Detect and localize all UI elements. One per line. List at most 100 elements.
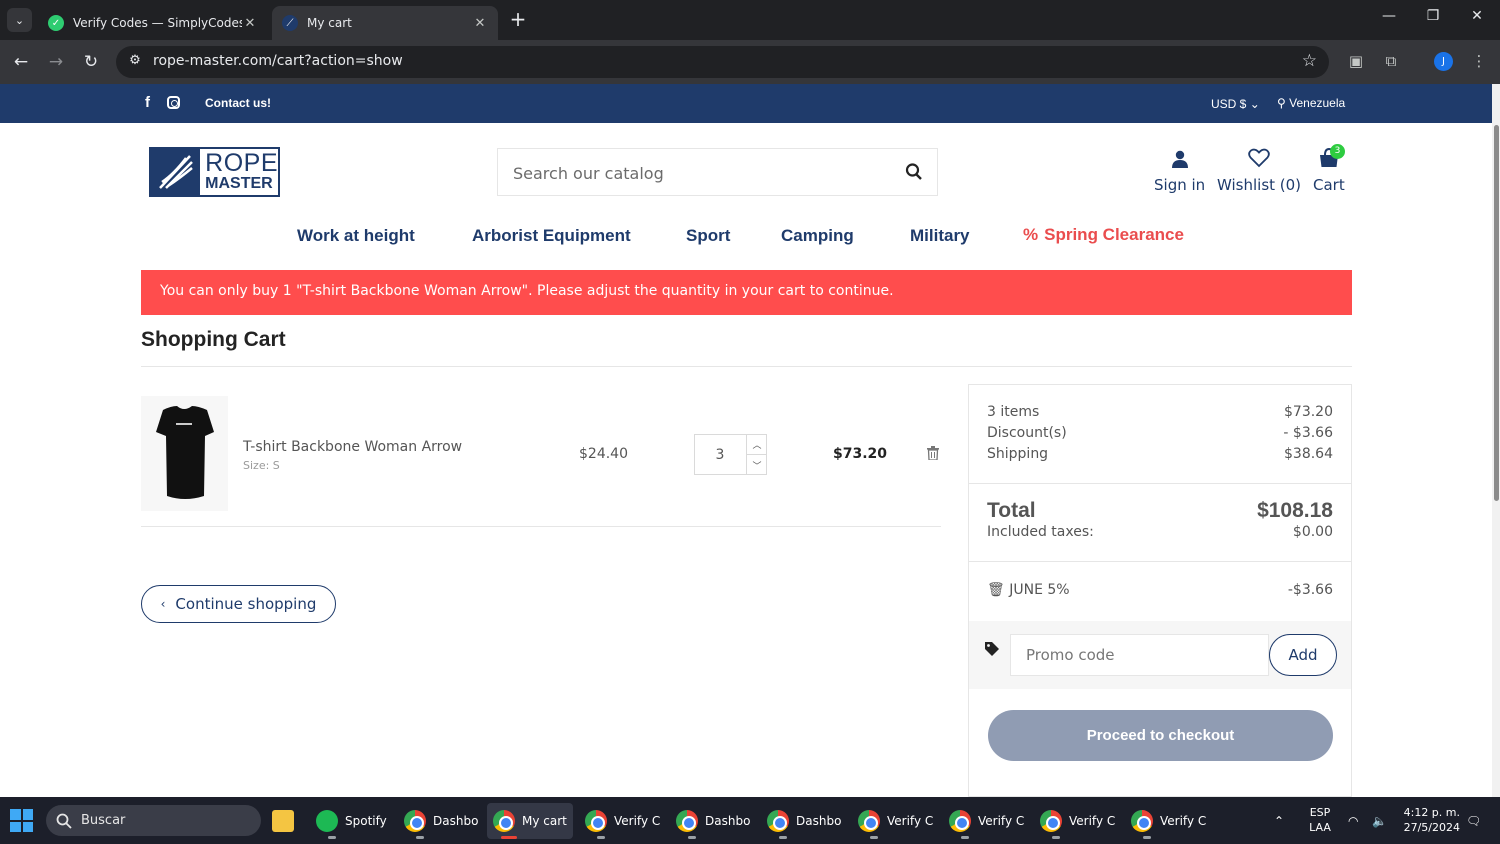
contact-us-link[interactable]: Contact us! <box>205 96 271 110</box>
continue-shopping-button[interactable]: ‹ Continue shopping <box>141 585 336 623</box>
tab-verify-codes[interactable]: ✓ Verify Codes — SimplyCodes ✕ <box>38 6 268 40</box>
taskbar-app-label: Verify C <box>614 814 661 828</box>
windows-start-icon[interactable] <box>10 809 33 832</box>
chrome-icon <box>493 810 515 832</box>
facebook-icon[interactable]: f <box>145 94 150 111</box>
rope-master-logo[interactable]: ROPE MASTER <box>149 147 280 197</box>
quantity-input[interactable] <box>695 435 745 474</box>
reload-icon[interactable]: ↻ <box>79 50 103 74</box>
taskbar-app-chrome[interactable]: Verify C <box>1034 803 1121 839</box>
currency-selector[interactable]: USD $ ⌄ <box>1211 97 1260 111</box>
simplycodes-favicon-icon: ✓ <box>48 15 64 31</box>
minimize-icon[interactable]: — <box>1374 8 1404 30</box>
menu-military[interactable]: Military <box>910 226 970 246</box>
remove-voucher-trash-icon[interactable]: 🗑 <box>987 582 1005 598</box>
chevron-up-icon[interactable]: ⌃ <box>1274 797 1284 844</box>
chevron-down-icon[interactable]: ﹀ <box>746 455 767 475</box>
extension-icon[interactable]: ▣ <box>1346 52 1366 70</box>
tab-title: Verify Codes — SimplyCodes <box>73 16 242 30</box>
rope-master-favicon-icon: ⟋ <box>282 15 298 31</box>
taskbar-app-chrome[interactable]: Dashbo <box>761 803 847 839</box>
os-taskbar: Buscar Spotify Dashbo My cart Verify C D… <box>0 797 1500 844</box>
menu-work-at-height[interactable]: Work at height <box>297 226 415 246</box>
search-icon[interactable] <box>905 162 923 182</box>
taskbar-app-chrome[interactable]: Dashbo <box>398 803 484 839</box>
chrome-icon <box>1131 810 1153 832</box>
tab-search-button[interactable]: ⌄ <box>7 8 32 32</box>
taskbar-app-label: Dashbo <box>705 814 751 828</box>
menu-sport[interactable]: Sport <box>686 226 730 246</box>
back-icon[interactable]: ← <box>9 50 33 74</box>
system-clock[interactable]: 4:12 p. m. 27/5/2024 <box>1402 805 1460 835</box>
discount-label: Discount(s) <box>987 425 1067 441</box>
file-explorer-icon[interactable] <box>266 803 300 839</box>
menu-spring-clearance[interactable]: % Spring Clearance <box>1023 225 1184 245</box>
cart-label: Cart <box>1313 176 1345 194</box>
items-label: 3 items <box>987 404 1040 420</box>
address-bar[interactable]: ⚙ rope-master.com/cart?action=show ☆ <box>116 46 1329 78</box>
discount-value: - $3.66 <box>1283 425 1333 441</box>
taskbar-app-spotify[interactable]: Spotify <box>310 803 393 839</box>
running-indicator <box>870 836 878 839</box>
page-scrollbar-thumb[interactable] <box>1494 125 1499 501</box>
bookmark-star-icon[interactable]: ☆ <box>1302 51 1317 71</box>
search-input[interactable] <box>513 162 893 184</box>
taskbar-app-label: Verify C <box>1069 814 1116 828</box>
taskbar-app-chrome-active[interactable]: My cart <box>487 803 573 839</box>
profile-avatar[interactable]: J <box>1434 52 1453 71</box>
product-name-link[interactable]: T-shirt Backbone Woman Arrow <box>243 439 462 455</box>
summary-items-row: 3 items $73.20 <box>987 404 1333 420</box>
running-indicator <box>688 836 696 839</box>
page-title: Shopping Cart <box>141 328 286 351</box>
puzzle-extensions-icon[interactable]: ⧉ <box>1381 52 1401 70</box>
summary-shipping-row: Shipping $38.64 <box>987 446 1333 462</box>
chevron-down-icon: ⌄ <box>1249 97 1260 111</box>
taskbar-app-chrome[interactable]: Verify C <box>1125 803 1212 839</box>
taskbar-app-label: Verify C <box>887 814 934 828</box>
tab-my-cart[interactable]: ⟋ My cart ✕ <box>272 6 498 40</box>
add-promo-button[interactable]: Add <box>1269 634 1337 676</box>
instagram-icon[interactable] <box>167 96 180 109</box>
volume-icon[interactable]: 🔈 <box>1372 797 1387 844</box>
tab-close-icon[interactable]: ✕ <box>472 16 488 31</box>
wishlist-link[interactable]: Wishlist (0) <box>1217 146 1301 194</box>
input-language[interactable]: ESP LAA <box>1308 805 1332 835</box>
menu-arborist-equipment[interactable]: Arborist Equipment <box>472 226 631 246</box>
taskbar-app-chrome[interactable]: Verify C <box>943 803 1030 839</box>
tab-close-icon[interactable]: ✕ <box>242 16 258 31</box>
cart-count-badge: 3 <box>1330 144 1345 159</box>
taskbar-app-chrome[interactable]: Verify C <box>852 803 939 839</box>
notifications-icon[interactable]: 🗨 <box>1466 797 1481 844</box>
taskbar-app-label: Dashbo <box>796 814 842 828</box>
taskbar-app-chrome[interactable]: Verify C <box>579 803 666 839</box>
taskbar-app-chrome[interactable]: Dashbo <box>670 803 756 839</box>
summary-discount-row: Discount(s) - $3.66 <box>987 425 1333 441</box>
menu-camping[interactable]: Camping <box>781 226 854 246</box>
country-value: Venezuela <box>1289 96 1346 110</box>
country-selector[interactable]: ⚲ Venezuela <box>1277 96 1345 110</box>
voucher-name: 🗑 JUNE 5% <box>987 582 1070 598</box>
promo-code-input[interactable] <box>1011 635 1268 675</box>
chrome-icon <box>1040 810 1062 832</box>
running-indicator <box>961 836 969 839</box>
taskbar-app-label: Verify C <box>978 814 1025 828</box>
user-icon <box>1171 146 1188 168</box>
total-label: Total <box>987 499 1036 522</box>
clock-time: 4:12 p. m. <box>1403 806 1460 819</box>
sign-in-link[interactable]: Sign in <box>1154 146 1205 194</box>
running-indicator <box>1052 836 1060 839</box>
taskbar-search[interactable]: Buscar <box>46 805 261 836</box>
forward-icon[interactable]: → <box>44 50 68 74</box>
chevron-up-icon[interactable]: ︿ <box>746 435 767 455</box>
product-image[interactable] <box>141 396 228 511</box>
trash-icon[interactable] <box>927 446 939 460</box>
tag-icon <box>985 642 999 656</box>
taskbar-app-label: Verify C <box>1160 814 1207 828</box>
restore-icon[interactable]: ❐ <box>1418 8 1448 30</box>
new-tab-button[interactable]: + <box>507 8 529 32</box>
proceed-to-checkout-button[interactable]: Proceed to checkout <box>988 710 1333 761</box>
wifi-icon[interactable]: ◠ <box>1348 797 1358 844</box>
close-window-icon[interactable]: ✕ <box>1462 8 1492 30</box>
site-info-icon[interactable]: ⚙ <box>126 53 144 71</box>
browser-menu-icon[interactable]: ⋮ <box>1469 52 1489 70</box>
